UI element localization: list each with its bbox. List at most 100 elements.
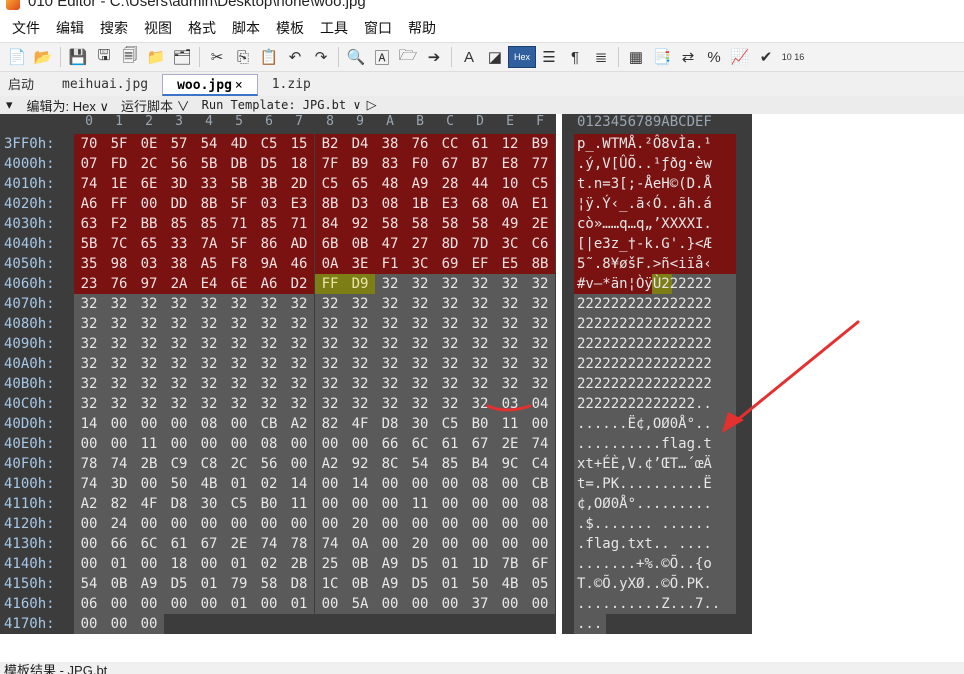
- hex-byte[interactable]: 32: [104, 354, 134, 374]
- hex-byte[interactable]: 32: [465, 274, 495, 294]
- hex-byte[interactable]: 00: [405, 594, 435, 614]
- open-folder2-icon[interactable]: 📁: [144, 45, 168, 69]
- hex-byte[interactable]: C5: [525, 174, 555, 194]
- hex-byte[interactable]: 00: [164, 414, 194, 434]
- hex-byte[interactable]: 08: [194, 414, 224, 434]
- hex-byte[interactable]: 50: [465, 574, 495, 594]
- hex-byte[interactable]: 00: [134, 414, 164, 434]
- hex-byte[interactable]: 32: [164, 314, 194, 334]
- hex-byte[interactable]: D5: [164, 574, 194, 594]
- hex-byte[interactable]: A2: [315, 454, 345, 474]
- hex-byte[interactable]: A2: [284, 414, 314, 434]
- hex-byte[interactable]: 32: [465, 354, 495, 374]
- hex-byte[interactable]: F1: [375, 254, 405, 274]
- hex-byte[interactable]: 58: [405, 214, 435, 234]
- hex-byte[interactable]: C6: [525, 234, 555, 254]
- run-template-dropdown[interactable]: Run Template: JPG.bt ∨: [202, 98, 361, 112]
- hex-byte[interactable]: 32: [224, 374, 254, 394]
- hex-byte[interactable]: D8: [284, 574, 314, 594]
- hex-byte[interactable]: 32: [495, 374, 525, 394]
- hex-byte[interactable]: 32: [525, 374, 555, 394]
- hex-byte[interactable]: 25: [315, 554, 345, 574]
- hex-byte[interactable]: 27: [405, 234, 435, 254]
- hex-byte[interactable]: 78: [74, 454, 104, 474]
- hex-byte[interactable]: 32: [104, 394, 134, 414]
- hex-byte[interactable]: 79: [224, 574, 254, 594]
- hex-byte[interactable]: 32: [224, 354, 254, 374]
- hex-byte[interactable]: 32: [104, 294, 134, 314]
- hex-byte[interactable]: 00: [405, 474, 435, 494]
- hex-byte[interactable]: 00: [525, 514, 555, 534]
- tab-1zip[interactable]: 1.zip: [258, 74, 325, 96]
- menu-template[interactable]: 模板: [268, 14, 312, 42]
- hex-byte[interactable]: 00: [134, 554, 164, 574]
- hex-byte[interactable]: 54: [194, 134, 224, 154]
- hex-byte[interactable]: 92: [345, 214, 375, 234]
- hex-byte[interactable]: 00: [465, 494, 495, 514]
- text-row[interactable]: cò»……q…q„’XXXXI.: [577, 214, 712, 234]
- hex-byte[interactable]: 14: [74, 414, 104, 434]
- hex-byte[interactable]: 32: [74, 294, 104, 314]
- hex-byte[interactable]: 00: [375, 494, 405, 514]
- hex-byte[interactable]: 00: [405, 514, 435, 534]
- hex-byte[interactable]: 32: [405, 274, 435, 294]
- hex-byte[interactable]: D8: [164, 494, 194, 514]
- menu-edit[interactable]: 编辑: [48, 14, 92, 42]
- hex-byte[interactable]: A9: [134, 574, 164, 594]
- copy-icon[interactable]: ⎘: [231, 45, 255, 69]
- hex-byte[interactable]: 32: [134, 294, 164, 314]
- hex-byte[interactable]: 01: [104, 554, 134, 574]
- hex-byte[interactable]: CB: [254, 414, 284, 434]
- menu-search[interactable]: 搜索: [92, 14, 136, 42]
- hex-byte[interactable]: 32: [224, 294, 254, 314]
- hex-byte[interactable]: 02: [254, 554, 284, 574]
- hex-byte[interactable]: 3C: [495, 234, 525, 254]
- hex-byte[interactable]: 82: [104, 494, 134, 514]
- hex-byte[interactable]: 00: [375, 534, 405, 554]
- hex-byte[interactable]: 67: [194, 534, 224, 554]
- hex-byte[interactable]: 00: [134, 614, 164, 634]
- hex-byte[interactable]: C5: [435, 414, 465, 434]
- hex-byte[interactable]: 77: [525, 154, 555, 174]
- hex-byte[interactable]: 76: [104, 274, 134, 294]
- hex-byte[interactable]: 57: [164, 134, 194, 154]
- hex-byte[interactable]: 33: [194, 174, 224, 194]
- save-as-icon[interactable]: 🖫: [92, 45, 116, 69]
- hex-byte[interactable]: 70: [74, 134, 104, 154]
- hex-byte[interactable]: 14: [345, 474, 375, 494]
- hex-byte[interactable]: 0E: [134, 134, 164, 154]
- hex-byte[interactable]: 00: [375, 514, 405, 534]
- hex-byte[interactable]: 32: [224, 334, 254, 354]
- hex-byte[interactable]: 00: [435, 534, 465, 554]
- hex-byte[interactable]: 32: [164, 354, 194, 374]
- text-row[interactable]: ..........Z...7..: [577, 594, 720, 614]
- hex-byte[interactable]: 32: [224, 394, 254, 414]
- hex-byte[interactable]: B2: [315, 134, 345, 154]
- hex-byte[interactable]: CC: [435, 134, 465, 154]
- hex-byte[interactable]: F8: [224, 254, 254, 274]
- hex-byte[interactable]: 32: [74, 314, 104, 334]
- hex-byte[interactable]: 63: [74, 214, 104, 234]
- hex-byte[interactable]: 32: [254, 374, 284, 394]
- hex-byte[interactable]: 74: [74, 474, 104, 494]
- hex-byte[interactable]: 01: [224, 594, 254, 614]
- hex-byte[interactable]: 32: [74, 334, 104, 354]
- hex-byte[interactable]: 32: [315, 354, 345, 374]
- hex-byte[interactable]: 00: [495, 534, 525, 554]
- hex-byte[interactable]: 32: [134, 314, 164, 334]
- hex-byte[interactable]: 46: [284, 254, 314, 274]
- hex-byte[interactable]: 32: [284, 354, 314, 374]
- hex-byte[interactable]: 00: [74, 434, 104, 454]
- hex-byte[interactable]: 32: [465, 334, 495, 354]
- hex-byte[interactable]: 00: [495, 514, 525, 534]
- tab-woo[interactable]: woo.jpg ×: [162, 74, 258, 96]
- hex-byte[interactable]: 54: [405, 454, 435, 474]
- hex-byte[interactable]: 00: [345, 434, 375, 454]
- hex-byte[interactable]: 32: [495, 294, 525, 314]
- hex-byte[interactable]: 69: [435, 254, 465, 274]
- cut-icon[interactable]: ✂: [205, 45, 229, 69]
- hex-byte[interactable]: 32: [284, 294, 314, 314]
- hex-byte[interactable]: 74: [315, 534, 345, 554]
- hex-byte[interactable]: 56: [254, 454, 284, 474]
- find-icon[interactable]: 🔍: [344, 45, 368, 69]
